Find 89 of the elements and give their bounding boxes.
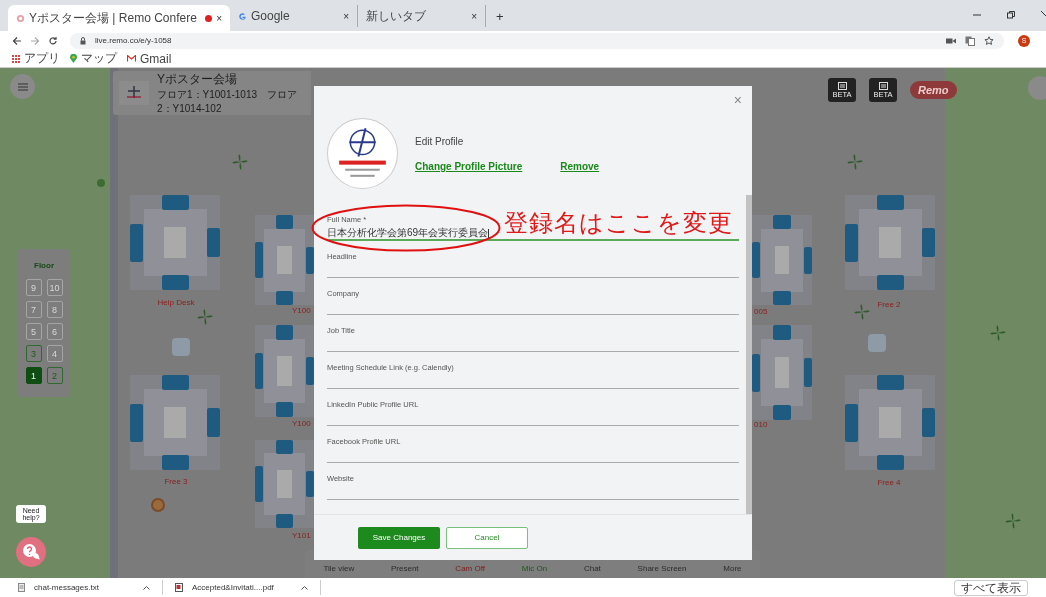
toolbar-button[interactable]: Tile view <box>323 564 355 573</box>
favicon-icon <box>16 13 25 23</box>
room-label: Free 2 <box>877 300 901 309</box>
floor-button[interactable]: 9 <box>25 279 42 296</box>
board-icon <box>837 81 847 90</box>
menu-icon <box>17 82 28 91</box>
file-pdf-icon <box>175 583 183 592</box>
map-pin-icon <box>70 54 77 63</box>
floor-button[interactable]: 8 <box>46 301 63 318</box>
toolbar-button[interactable]: Cam Off <box>455 564 485 573</box>
room-label: Help Desk <box>157 298 195 307</box>
forward-arrow-icon[interactable] <box>30 35 40 46</box>
url-text: live.remo.co/e/y-1058 <box>95 36 172 45</box>
tab-title: Yポスター会場 | Remo Confere <box>29 9 198 27</box>
dot-marker <box>97 179 105 187</box>
star-icon[interactable] <box>984 35 994 46</box>
browser-tab[interactable]: Yポスター会場 | Remo Confere × <box>8 5 230 31</box>
bookmark-item[interactable]: マップ <box>70 50 117 67</box>
tab-close-button[interactable]: × <box>471 10 477 22</box>
room-label: Free 3 <box>164 477 188 486</box>
round-table-icon <box>868 334 886 352</box>
room-label: 005 <box>754 307 768 316</box>
scrollbar[interactable] <box>746 195 752 514</box>
address-bar[interactable]: live.remo.co/e/y-1058 <box>70 32 1004 49</box>
remove-link[interactable]: Remove <box>560 161 600 172</box>
translate-icon[interactable] <box>965 35 975 46</box>
remo-logo: Remo <box>910 81 957 99</box>
table-room-drawing[interactable] <box>752 215 812 305</box>
bookmark-item[interactable]: アプリ <box>12 50 60 67</box>
table-room-drawing[interactable] <box>752 325 812 420</box>
cancel-button[interactable]: Cancel <box>446 526 528 549</box>
tab-close-button[interactable]: × <box>343 10 349 22</box>
toolbar-button[interactable]: More <box>723 564 742 573</box>
restore-icon[interactable] <box>1006 10 1016 20</box>
document-icon <box>878 81 888 90</box>
download-file-name[interactable]: chat-messages.txt <box>34 583 134 592</box>
caret-up-icon[interactable] <box>143 585 150 590</box>
profile-logo-picture <box>327 118 398 189</box>
toolbar-button[interactable]: Chat <box>583 564 601 573</box>
menu-button[interactable] <box>10 74 35 99</box>
round-table-icon <box>172 338 190 356</box>
back-arrow-icon[interactable] <box>12 35 22 46</box>
floor-button[interactable]: 1 <box>25 367 42 384</box>
google-g-icon <box>238 11 247 21</box>
room-label: Y101 <box>292 531 311 540</box>
save-changes-button[interactable]: Save Changes <box>358 526 440 549</box>
venue-title: Yポスター会場 <box>157 70 238 88</box>
venue-subtitle: フロア1：Y1001-1013 フロア2：Y1014-102 <box>157 87 299 116</box>
logo-icon <box>119 81 149 105</box>
floor-button[interactable]: 7 <box>25 301 42 318</box>
floor-button[interactable]: 6 <box>46 323 63 340</box>
browser-tab[interactable]: Google × <box>230 5 358 27</box>
table-room-drawing[interactable] <box>255 440 314 528</box>
tab-title: 新しいタブ <box>366 7 427 25</box>
table-room-drawing[interactable] <box>255 325 314 417</box>
lock-icon <box>80 36 86 45</box>
toolbar-button[interactable]: Present <box>391 564 419 573</box>
file-text-icon <box>18 583 25 592</box>
floor-button[interactable]: 4 <box>46 345 63 362</box>
table-room-drawing[interactable] <box>130 195 220 290</box>
room-label: Free 4 <box>877 478 901 487</box>
close-button[interactable]: × <box>733 92 742 108</box>
tab-close-button[interactable]: × <box>216 12 222 24</box>
table-room-drawing[interactable] <box>845 195 935 290</box>
room-label: 010 <box>754 420 768 429</box>
help-chat-icon <box>22 543 40 561</box>
table-room-drawing[interactable] <box>845 375 935 470</box>
floor-button[interactable]: 10 <box>46 279 63 296</box>
floor-button[interactable]: 5 <box>25 323 42 340</box>
table-room-drawing[interactable] <box>130 375 220 470</box>
change-picture-link[interactable]: Change Profile Picture <box>415 161 523 172</box>
room-label: Y100 <box>292 306 311 315</box>
bookmark-item[interactable]: Gmail <box>127 51 172 66</box>
toolbar-button[interactable]: Share Screen <box>637 564 687 573</box>
dialog-title: Edit Profile <box>415 136 465 147</box>
browser-tab[interactable]: 新しいタブ × <box>358 5 486 27</box>
tab-title: Google <box>251 9 291 23</box>
mail-icon <box>127 55 136 62</box>
download-file-name[interactable]: Accepted&Invitati....pdf <box>192 583 292 592</box>
caret-up-icon[interactable] <box>301 585 308 590</box>
floor-title: Floor <box>34 261 54 270</box>
room-label: Y100 <box>292 419 311 428</box>
camera-icon[interactable] <box>946 36 956 45</box>
apps-grid-icon <box>12 54 20 63</box>
new-tab-button[interactable]: + <box>496 9 504 24</box>
show-all-button[interactable]: すべて表示 <box>954 579 1028 596</box>
help-button[interactable] <box>16 537 46 567</box>
table-room-drawing[interactable] <box>255 215 314 305</box>
reload-icon[interactable] <box>48 35 58 46</box>
